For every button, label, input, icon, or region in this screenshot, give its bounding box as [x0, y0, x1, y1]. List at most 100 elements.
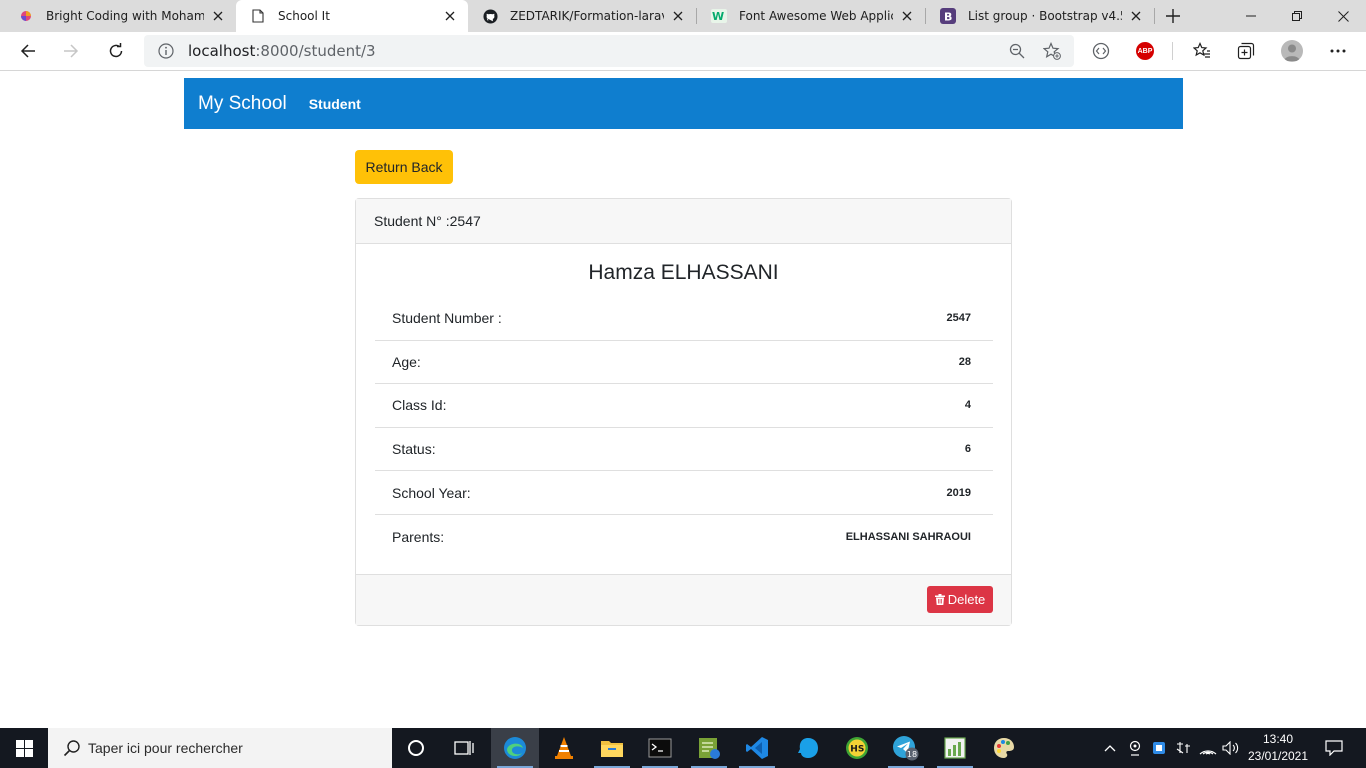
close-icon[interactable] — [210, 8, 226, 24]
zoom-out-icon[interactable] — [1008, 42, 1026, 60]
extension-button[interactable] — [1086, 36, 1116, 66]
collections-button[interactable] — [1231, 36, 1261, 66]
arrow-right-icon — [64, 44, 79, 58]
student-name: Hamza ELHASSANI — [588, 261, 779, 284]
tray-network[interactable] — [1197, 728, 1219, 768]
taskbar-paint[interactable] — [980, 728, 1028, 768]
back-button[interactable] — [13, 36, 43, 66]
return-back-button[interactable]: Return Back — [355, 150, 453, 184]
folder-icon — [601, 741, 623, 757]
minimize-button[interactable] — [1228, 0, 1274, 32]
task-view-button[interactable] — [440, 728, 488, 768]
detail-value: 4 — [964, 399, 971, 412]
taskbar-terminal[interactable] — [636, 728, 684, 768]
tab-title: School It — [278, 9, 330, 23]
clock-date: 23/01/2021 — [1247, 749, 1309, 763]
info-icon[interactable] — [158, 43, 174, 59]
close-icon[interactable] — [442, 8, 458, 24]
restore-icon — [1292, 11, 1302, 21]
code-brackets-icon — [1092, 42, 1110, 60]
taskbar-vscode[interactable] — [733, 728, 781, 768]
taskbar-clock[interactable]: 13:40 23/01/2021 — [1243, 731, 1313, 765]
vscode-icon — [746, 737, 768, 759]
taskbar-file-explorer[interactable] — [588, 728, 636, 768]
list-item: Student Number : 2547 — [375, 297, 993, 341]
show-hidden-icons-button[interactable] — [1100, 728, 1120, 768]
notifications-button[interactable] — [1318, 728, 1350, 768]
toolbar-divider — [1172, 42, 1173, 60]
start-button[interactable] — [0, 728, 48, 768]
browser-tab-strip: Bright Coding with Mohamed E School It Z… — [0, 0, 1366, 32]
page-icon — [250, 8, 266, 24]
detail-label: School Year: — [392, 484, 471, 501]
delete-label: Delete — [947, 592, 986, 607]
w3schools-icon: W — [711, 8, 727, 24]
restore-button[interactable] — [1274, 0, 1320, 32]
favorites-list-icon — [1193, 42, 1210, 58]
list-item: Class Id: 4 — [375, 384, 993, 428]
task-view-icon — [454, 741, 474, 755]
address-bar[interactable]: localhost:8000/student/3 — [144, 35, 1074, 67]
tray-app[interactable] — [1148, 728, 1170, 768]
tab-bright-coding[interactable]: Bright Coding with Mohamed E — [4, 0, 236, 32]
refresh-button[interactable] — [101, 36, 131, 66]
search-icon — [62, 738, 82, 758]
taskbar-chart-app[interactable] — [931, 728, 979, 768]
camera-icon — [1129, 740, 1141, 756]
close-icon[interactable] — [670, 8, 686, 24]
tab-title: ZEDTARIK/Formation-laravel: F — [510, 9, 664, 23]
list-item: Status: 6 — [375, 428, 993, 472]
taskbar-app-blue[interactable] — [784, 728, 832, 768]
green-app-icon — [699, 738, 720, 759]
trash-icon — [934, 594, 945, 605]
profile-button[interactable] — [1277, 36, 1307, 66]
delete-button[interactable]: Delete — [927, 586, 993, 613]
speaker-icon — [1222, 741, 1239, 755]
new-tab-button[interactable] — [1160, 4, 1186, 28]
taskbar-vlc[interactable] — [540, 728, 588, 768]
tab-bootstrap[interactable]: B List group · Bootstrap v4.5 — [926, 0, 1154, 32]
keyboard-language-icon — [1176, 742, 1190, 754]
windows-logo-icon — [15, 739, 33, 757]
tab-divider — [1154, 8, 1155, 24]
forward-button[interactable] — [56, 36, 86, 66]
search-placeholder: Taper ici pour rechercher — [88, 740, 243, 756]
taskbar-telegram[interactable]: 18 — [882, 728, 930, 768]
chart-app-icon — [944, 737, 966, 759]
favorites-button[interactable] — [1187, 36, 1217, 66]
tab-title: Font Awesome Web Applicatio — [739, 9, 893, 23]
close-window-button[interactable] — [1320, 0, 1366, 32]
tray-camera[interactable] — [1124, 728, 1146, 768]
wifi-icon — [1199, 750, 1217, 755]
settings-menu-button[interactable] — [1323, 36, 1353, 66]
tab-github[interactable]: ZEDTARIK/Formation-laravel: F — [468, 0, 696, 32]
blue-app-icon — [798, 738, 818, 758]
adblock-plus-button[interactable]: ABP — [1130, 36, 1160, 66]
close-icon — [1337, 10, 1349, 22]
tab-title: List group · Bootstrap v4.5 — [968, 9, 1122, 23]
tab-school-it[interactable]: School It — [236, 0, 468, 32]
taskbar-app-green[interactable] — [685, 728, 733, 768]
notification-speech-icon — [1325, 740, 1343, 756]
tab-font-awesome[interactable]: W Font Awesome Web Applicatio — [697, 0, 925, 32]
close-icon[interactable] — [899, 8, 915, 24]
taskbar-hs-app[interactable]: HS — [833, 728, 881, 768]
url-text[interactable]: localhost:8000/student/3 — [188, 42, 376, 60]
cortana-button[interactable] — [392, 728, 440, 768]
bootstrap-icon: B — [940, 8, 956, 24]
tray-ime[interactable] — [1172, 728, 1194, 768]
url-host: localhost — [188, 42, 256, 60]
taskbar-search[interactable]: Taper ici pour rechercher — [48, 728, 392, 768]
minimize-icon — [1246, 15, 1256, 17]
blue-square-icon — [1153, 742, 1165, 754]
close-icon[interactable] — [1128, 8, 1144, 24]
detail-value: 28 — [958, 355, 971, 368]
taskbar-edge[interactable] — [491, 728, 539, 768]
navbar-brand[interactable]: My School — [198, 93, 287, 115]
nav-link-student[interactable]: Student — [309, 96, 361, 112]
add-favorite-icon[interactable] — [1043, 42, 1061, 60]
detail-value: ELHASSANI SAHRAOUI — [845, 530, 971, 543]
tray-volume[interactable] — [1220, 728, 1242, 768]
detail-label: Class Id: — [392, 397, 447, 414]
detail-label: Age: — [392, 353, 421, 370]
